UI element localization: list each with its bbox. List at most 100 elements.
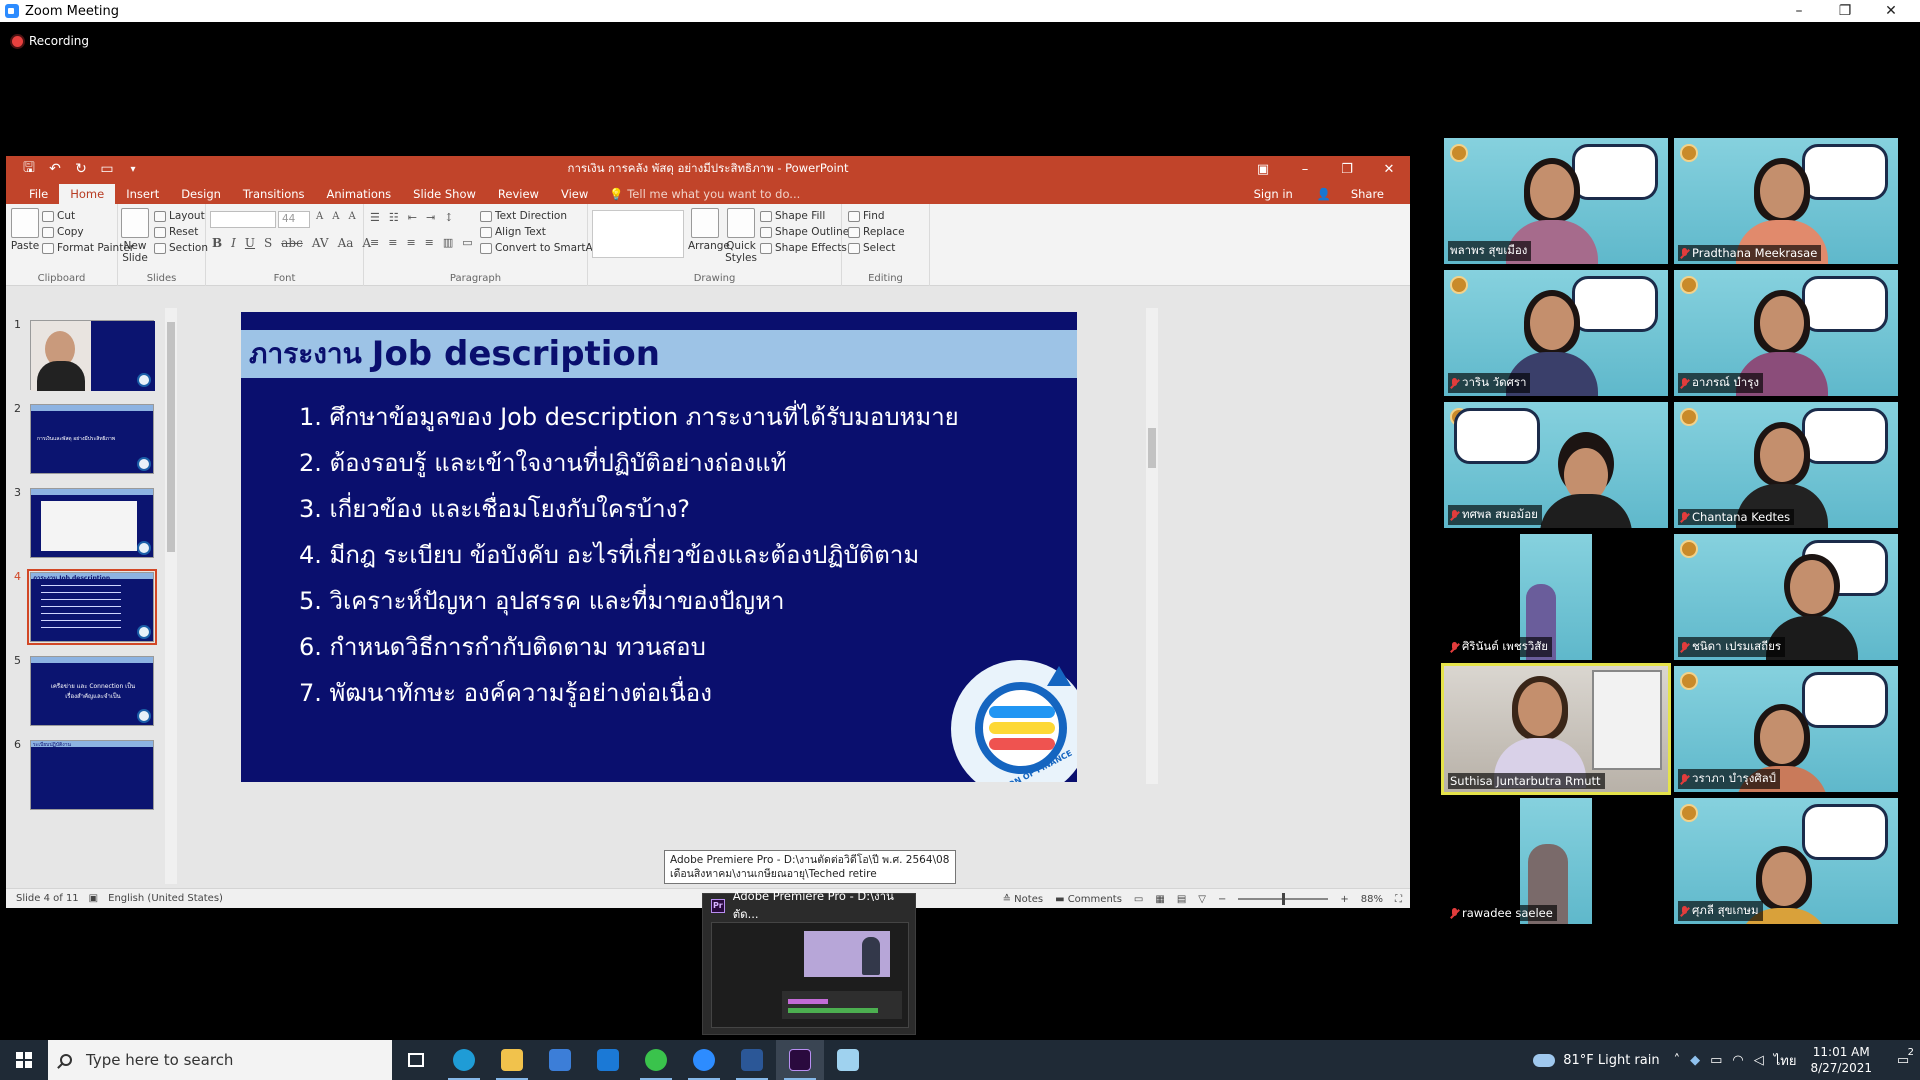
increase-indent-icon[interactable]: ⇥ [426, 211, 435, 224]
cut-button[interactable]: Cut [42, 210, 75, 222]
replace-button[interactable]: Replace [848, 226, 905, 238]
participant-tile-active-speaker[interactable]: Suthisa Juntarbutra Rmutt [1441, 663, 1671, 795]
save-icon[interactable]: 🖫 [16, 157, 42, 181]
align-right-icon[interactable]: ≡ [406, 236, 415, 249]
customize-toolbar-icon[interactable]: ▾ [120, 164, 146, 175]
shape-effects-button[interactable]: Shape Effects [760, 242, 847, 254]
premiere-window-preview[interactable]: Pr Adobe Premiere Pro - D:\งานตัด... [702, 889, 916, 1035]
tab-slide-show[interactable]: Slide Show [402, 184, 487, 204]
tab-review[interactable]: Review [487, 184, 550, 204]
sign-in-link[interactable]: Sign in [1246, 184, 1301, 204]
align-center-icon[interactable]: ≡ [388, 236, 397, 249]
decrease-indent-icon[interactable]: ⇤ [408, 211, 417, 224]
arrange-button[interactable]: Arrange [688, 208, 730, 252]
participant-tile[interactable]: ศุภลี สุขเกษม [1674, 798, 1898, 924]
current-slide[interactable]: ภาระงาน Job description 1. ศึกษาข้อมูลขอ… [241, 312, 1077, 782]
find-button[interactable]: Find [848, 210, 885, 222]
taskbar-search-box[interactable]: Type here to search [48, 1040, 392, 1080]
fit-to-window-icon[interactable]: ⛶ [1395, 894, 1402, 905]
participant-tile[interactable]: พลาพร สุขเมือง [1444, 138, 1668, 264]
shapes-gallery[interactable] [592, 210, 684, 258]
start-button[interactable] [0, 1040, 48, 1080]
slide-scrollbar[interactable] [1146, 308, 1158, 784]
select-button[interactable]: Select [848, 242, 895, 254]
shape-fill-button[interactable]: Shape Fill [760, 210, 825, 222]
mail-icon[interactable] [584, 1040, 632, 1080]
dropbox-icon[interactable]: ◆ [1690, 1053, 1700, 1068]
share-button[interactable]: 👤 Share [1301, 184, 1400, 204]
columns-icon[interactable]: ▥ [443, 236, 453, 249]
close-button[interactable]: ✕ [1868, 0, 1914, 22]
language-indicator[interactable]: English (United States) [108, 893, 223, 904]
char-spacing-icon[interactable]: AV [312, 236, 329, 250]
premiere-taskbar-icon[interactable] [776, 1040, 824, 1080]
tell-me-search[interactable]: 💡 Tell me what you want to do... [599, 184, 810, 204]
slide-thumbnail-3[interactable] [30, 488, 154, 558]
ribbon-display-options-icon[interactable]: ▣ [1242, 156, 1284, 182]
slide-thumbnail-2[interactable]: การเงินและพัสดุ อย่างมีประสิทธิภาพ [30, 404, 154, 474]
bullets-icon[interactable]: ☰ [370, 211, 380, 224]
zoom-slider[interactable] [1238, 893, 1329, 905]
numbering-icon[interactable]: ☷ [389, 211, 399, 224]
bottom-align-icon[interactable]: ▭ [462, 236, 472, 249]
restore-button[interactable]: ❐ [1822, 0, 1868, 22]
recording-indicator[interactable]: Recording [12, 34, 89, 48]
comments-button[interactable]: ▬ Comments [1055, 894, 1122, 905]
slide-sorter-icon[interactable]: ▦ [1155, 894, 1164, 905]
task-view-icon[interactable] [392, 1040, 440, 1080]
font-family-box[interactable] [210, 211, 276, 228]
zoom-out-icon[interactable]: − [1218, 894, 1226, 905]
zoom-in-icon[interactable]: + [1340, 894, 1348, 905]
italic-icon[interactable]: I [231, 236, 236, 250]
participant-tile[interactable]: rawadee saelee [1444, 798, 1668, 924]
slideshow-view-icon[interactable]: ▽ [1198, 894, 1206, 905]
zoom-taskbar-icon[interactable] [680, 1040, 728, 1080]
tab-insert[interactable]: Insert [115, 184, 170, 204]
participant-tile[interactable]: วราภา บำรุงศิลป์ [1674, 666, 1898, 792]
volume-icon[interactable]: ◁ [1754, 1053, 1764, 1068]
slide-thumbnail-4[interactable]: ภาระงาน Job description [27, 569, 157, 645]
zoom-level[interactable]: 88% [1361, 894, 1383, 905]
tab-transitions[interactable]: Transitions [232, 184, 316, 204]
minimize-button[interactable]: – [1776, 0, 1822, 22]
paste-button[interactable]: Paste [10, 208, 40, 252]
grow-font-icon[interactable]: A [316, 211, 323, 222]
thumbnails-scrollbar[interactable] [165, 308, 177, 884]
file-explorer-icon[interactable] [488, 1040, 536, 1080]
tab-file[interactable]: File [18, 184, 59, 204]
slide-thumbnail-1[interactable] [30, 320, 155, 391]
new-slide-button[interactable]: New Slide [120, 208, 150, 264]
reset-button[interactable]: Reset [154, 226, 198, 238]
participant-tile[interactable]: ศิรินันต์ เพชรวิสัย [1444, 534, 1668, 660]
tab-home[interactable]: Home [59, 184, 116, 204]
ppt-close-button[interactable]: ✕ [1368, 156, 1410, 182]
shape-outline-button[interactable]: Shape Outline [760, 226, 849, 238]
participant-tile[interactable]: Pradthana Meekrasae [1674, 138, 1898, 264]
edge-icon[interactable] [440, 1040, 488, 1080]
wifi-icon[interactable]: ◠ [1732, 1053, 1743, 1068]
text-direction-button[interactable]: Text Direction [480, 210, 567, 222]
input-language[interactable]: ไทย [1774, 1050, 1797, 1071]
ppt-minimize-button[interactable]: – [1284, 156, 1326, 182]
participant-tile[interactable]: วาริน วัดศรา [1444, 270, 1668, 396]
undo-icon[interactable]: ↶ [42, 161, 68, 177]
notes-button[interactable]: ≙ Notes [1003, 894, 1043, 905]
show-hidden-icons-icon[interactable]: ˄ [1674, 1053, 1681, 1068]
align-left-icon[interactable]: ≡ [370, 236, 379, 249]
shadow-icon[interactable]: S [264, 236, 272, 250]
slide-thumbnail-5[interactable]: เครือข่าย และ Connection เป็นเรื่องสำคัญ… [30, 656, 154, 726]
align-text-button[interactable]: Align Text [480, 226, 546, 238]
font-size-box[interactable]: 44 [278, 211, 310, 228]
justify-icon[interactable]: ≡ [425, 236, 434, 249]
copy-button[interactable]: Copy [42, 226, 84, 238]
word-icon[interactable] [728, 1040, 776, 1080]
network-icon[interactable]: ▭ [1710, 1053, 1722, 1068]
line-spacing-icon[interactable]: ↕ [444, 211, 453, 224]
tab-animations[interactable]: Animations [316, 184, 403, 204]
participant-tile[interactable]: อาภรณ์ บำรุง [1674, 270, 1898, 396]
tab-design[interactable]: Design [170, 184, 232, 204]
change-case-icon[interactable]: Aa [338, 236, 354, 250]
spellcheck-icon[interactable]: ▣ [89, 893, 98, 904]
convert-smartart-button[interactable]: Convert to SmartArt [480, 242, 601, 254]
notepad-icon[interactable] [824, 1040, 872, 1080]
